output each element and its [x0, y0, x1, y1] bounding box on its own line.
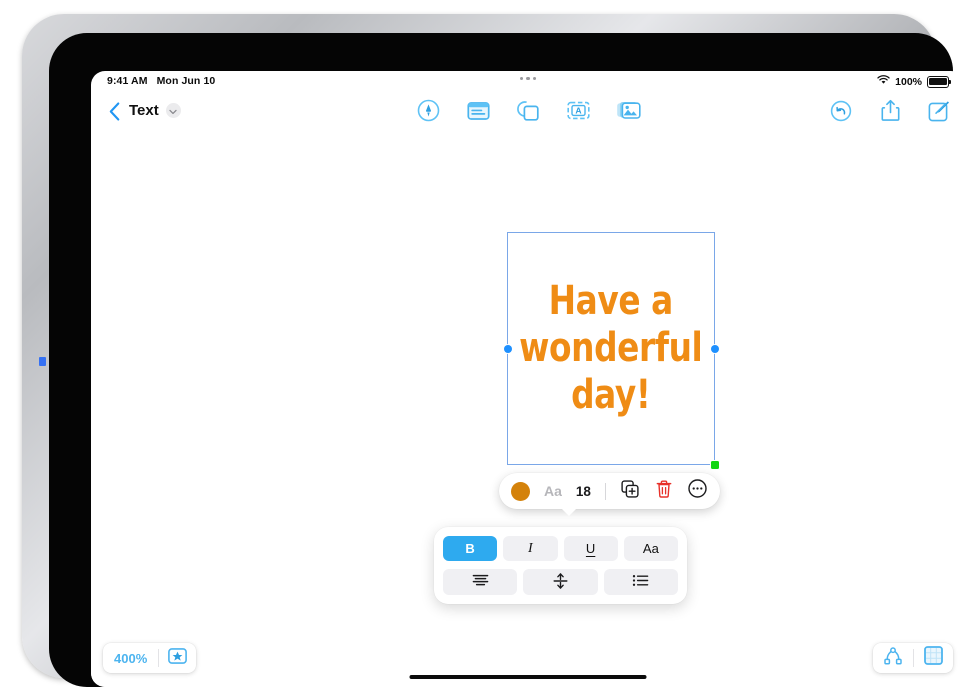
ipad-device-frame: 9:41 AM Mon Jun 10 100% Text A Have a wo… — [22, 14, 958, 687]
screenshot-stage: 9:41 AM Mon Jun 10 100% Text A Have a wo… — [0, 0, 958, 692]
tool-palette: A — [414, 99, 642, 127]
selected-text-box[interactable]: Have a wonderful day! — [503, 232, 719, 469]
chevron-down-icon — [169, 102, 177, 120]
document-title-group[interactable]: Text — [129, 102, 181, 119]
text-align-button[interactable] — [443, 569, 518, 595]
zoom-level-value[interactable]: 400% — [103, 651, 158, 666]
draw-tool-button[interactable] — [414, 99, 442, 127]
bullet-list-icon — [632, 574, 649, 590]
duplicate-icon — [621, 479, 639, 503]
wifi-icon — [877, 75, 890, 88]
text-box-content[interactable]: Have a wonderful day! — [519, 278, 703, 420]
edge-marker — [39, 357, 46, 366]
duplicate-button[interactable] — [620, 479, 640, 503]
back-button[interactable] — [101, 101, 127, 127]
sticky-note-icon — [466, 101, 490, 126]
vertical-align-button[interactable] — [523, 569, 598, 595]
shapes-icon — [516, 100, 540, 127]
page-grid-button[interactable] — [914, 646, 953, 670]
share-button[interactable] — [876, 99, 904, 127]
page-title: Text — [129, 102, 159, 119]
text-tool-button[interactable]: A — [564, 99, 592, 127]
battery-full-icon — [927, 75, 952, 88]
font-size-value[interactable]: 18 — [576, 484, 591, 499]
ipad-screen: 9:41 AM Mon Jun 10 100% Text A Have a wo… — [91, 71, 958, 687]
grid-page-icon — [924, 646, 943, 670]
undo-circle-icon — [830, 100, 852, 127]
battery-percent: 100% — [895, 75, 922, 88]
status-bar-right: 100% — [877, 75, 952, 88]
status-bar: 9:41 AM Mon Jun 10 100% — [91, 71, 958, 93]
share-up-icon — [881, 99, 900, 127]
node-tree-icon — [883, 646, 903, 670]
right-resize-handle[interactable] — [710, 344, 719, 353]
favorite-button[interactable] — [159, 647, 196, 669]
color-swatch[interactable] — [511, 481, 530, 501]
view-controls — [873, 643, 953, 673]
note-tool-button[interactable] — [464, 99, 492, 127]
italic-button[interactable]: I — [503, 536, 558, 561]
home-indicator[interactable] — [409, 674, 647, 679]
status-date: Mon Jun 10 — [156, 75, 216, 87]
dot — [526, 77, 530, 81]
text-format-panel: B I U Aa — [434, 527, 687, 604]
document-canvas[interactable]: Have a wonderful day! Aa 18 B I U Aa 400… — [91, 135, 958, 687]
media-tool-button[interactable] — [614, 99, 642, 127]
shape-tool-button[interactable] — [514, 99, 542, 127]
underline-button[interactable]: U — [563, 536, 618, 561]
bold-button[interactable]: B — [443, 536, 498, 561]
more-options-button[interactable] — [688, 479, 708, 503]
zoom-control: 400% — [103, 643, 197, 673]
context-toolbar: Aa 18 — [499, 473, 720, 516]
multitasking-dots-icon[interactable] — [520, 77, 536, 81]
status-bar-left: 9:41 AM Mon Jun 10 — [107, 75, 215, 87]
title-menu-button[interactable] — [165, 102, 181, 120]
compose-button[interactable] — [925, 99, 953, 127]
corner-resize-handle[interactable] — [710, 460, 719, 469]
star-box-icon — [168, 647, 188, 669]
nav-right-actions — [827, 99, 953, 127]
font-family-button[interactable]: Aa — [544, 483, 562, 499]
pen-circle-icon — [417, 99, 440, 127]
undo-button[interactable] — [827, 99, 855, 127]
text-box-icon: A — [566, 101, 590, 125]
photos-icon — [616, 100, 641, 126]
node-tree-button[interactable] — [873, 646, 913, 670]
dot — [532, 77, 536, 81]
format-row-style: B I U Aa — [443, 536, 678, 561]
font-style-button[interactable]: Aa — [623, 536, 678, 561]
left-resize-handle[interactable] — [503, 344, 512, 353]
trash-icon — [656, 480, 672, 503]
navigation-bar: Text A — [91, 93, 958, 135]
chevron-left-icon — [109, 102, 120, 126]
dot — [520, 77, 524, 81]
compose-pencil-icon — [928, 100, 950, 127]
svg-text:A: A — [575, 105, 581, 115]
format-row-alignment — [443, 569, 678, 595]
ipad-bezel: 9:41 AM Mon Jun 10 100% Text A Have a wo… — [49, 33, 958, 687]
toolbar-divider — [604, 482, 606, 500]
list-button[interactable] — [603, 569, 678, 595]
align-center-icon — [472, 574, 489, 590]
more-ellipsis-icon — [688, 479, 708, 503]
status-time: 9:41 AM — [107, 75, 148, 87]
delete-button[interactable] — [654, 480, 674, 503]
vertical-align-middle-icon — [553, 572, 568, 592]
